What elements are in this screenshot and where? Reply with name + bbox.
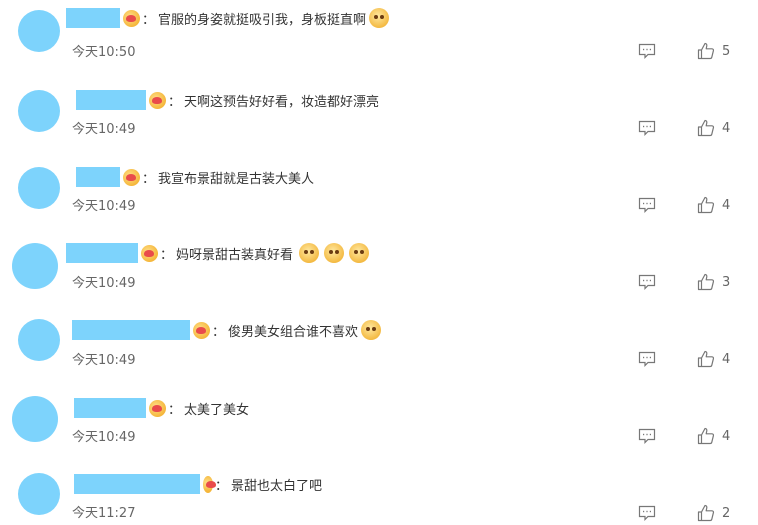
comment-text: 妈呀景甜古装真好看 xyxy=(176,247,294,263)
like-button[interactable]: 4 xyxy=(697,427,730,445)
reply-icon[interactable] xyxy=(638,120,656,136)
like-button[interactable]: 2 xyxy=(697,504,730,522)
like-button[interactable]: 4 xyxy=(697,196,730,214)
member-badge-icon xyxy=(149,399,166,417)
comment-text: 天啊这预告好好看，妆造都好漂亮 xyxy=(184,94,380,110)
heart-eyes-emoji-icon xyxy=(299,243,320,263)
like-count: 4 xyxy=(722,428,731,444)
reply-icon[interactable] xyxy=(638,428,656,444)
avatar[interactable] xyxy=(12,396,58,442)
comment-item: ： 太美了美女 今天10:49 4 xyxy=(0,385,758,462)
like-button[interactable]: 5 xyxy=(697,42,730,60)
comment-text: 太美了美女 xyxy=(184,402,250,418)
like-button[interactable]: 3 xyxy=(697,273,730,291)
reply-icon[interactable] xyxy=(638,197,656,213)
like-count: 4 xyxy=(722,351,731,367)
like-button[interactable]: 4 xyxy=(697,119,730,137)
avatar[interactable] xyxy=(18,167,60,209)
thumbs-up-icon xyxy=(697,273,715,291)
colon-separator: ： xyxy=(168,402,182,418)
avatar[interactable] xyxy=(18,473,60,515)
thumbs-up-icon xyxy=(697,42,715,60)
reply-icon[interactable] xyxy=(638,351,656,367)
member-badge-icon xyxy=(193,321,210,339)
thumbs-up-icon xyxy=(697,350,715,368)
surprised-emoji-icon xyxy=(361,320,382,340)
comment-time: 今天10:49 xyxy=(72,353,136,368)
member-badge-icon xyxy=(203,475,216,493)
like-count: 3 xyxy=(722,274,731,290)
comment-time: 今天10:49 xyxy=(72,199,136,214)
avatar[interactable] xyxy=(18,319,60,361)
heart-eyes-emoji-icon xyxy=(324,243,345,263)
comment-time: 今天11:27 xyxy=(72,506,136,521)
comment-item: ： 天啊这预告好好看，妆造都好漂亮 今天10:49 4 xyxy=(0,77,758,154)
reply-icon[interactable] xyxy=(638,505,656,521)
colon-separator: ： xyxy=(142,12,156,28)
username-redacted[interactable] xyxy=(72,320,190,340)
doge-emoji-icon xyxy=(369,8,390,28)
thumbs-up-icon xyxy=(697,504,715,522)
username-redacted[interactable] xyxy=(74,474,200,494)
like-button[interactable]: 4 xyxy=(697,350,730,368)
comment-item: ： 我宣布景甜就是古装大美人 今天10:49 4 xyxy=(0,154,758,231)
reply-icon[interactable] xyxy=(638,43,656,59)
member-badge-icon xyxy=(141,244,158,262)
comment-item: ： 妈呀景甜古装真好看 今天10:49 3 xyxy=(0,231,758,308)
comment-text: 俊男美女组合谁不喜欢 xyxy=(228,324,359,340)
colon-separator: ： xyxy=(142,171,156,187)
avatar[interactable] xyxy=(12,243,58,289)
comment-time: 今天10:49 xyxy=(72,276,136,291)
comment-item: ： 景甜也太白了吧 今天11:27 2 xyxy=(0,462,758,525)
reply-icon[interactable] xyxy=(638,274,656,290)
comment-item: ： 俊男美女组合谁不喜欢 今天10:49 4 xyxy=(0,308,758,385)
username-redacted[interactable] xyxy=(66,8,120,28)
thumbs-up-icon xyxy=(697,196,715,214)
like-count: 4 xyxy=(722,120,731,136)
comment-time: 今天10:49 xyxy=(72,430,136,445)
colon-separator: ： xyxy=(212,324,226,340)
comment-time: 今天10:49 xyxy=(72,122,136,137)
thumbs-up-icon xyxy=(697,427,715,445)
comment-text: 官服的身姿就挺吸引我，身板挺直啊 xyxy=(158,12,367,28)
username-redacted[interactable] xyxy=(74,398,146,418)
username-redacted[interactable] xyxy=(76,167,120,187)
avatar[interactable] xyxy=(18,90,60,132)
thumbs-up-icon xyxy=(697,119,715,137)
heart-eyes-emoji-icon xyxy=(349,243,370,263)
member-badge-icon xyxy=(149,91,166,109)
colon-separator: ： xyxy=(215,478,229,494)
colon-separator: ： xyxy=(168,94,182,110)
username-redacted[interactable] xyxy=(76,90,146,110)
avatar[interactable] xyxy=(18,10,60,52)
username-redacted[interactable] xyxy=(66,243,138,263)
comment-text: 景甜也太白了吧 xyxy=(231,478,323,494)
like-count: 5 xyxy=(722,43,731,59)
colon-separator: ： xyxy=(160,247,174,263)
like-count: 4 xyxy=(722,197,731,213)
like-count: 2 xyxy=(722,505,731,521)
member-badge-icon xyxy=(123,168,140,186)
comment-text: 我宣布景甜就是古装大美人 xyxy=(158,171,315,187)
member-badge-icon xyxy=(123,9,140,27)
comment-time: 今天10:50 xyxy=(72,45,136,60)
comment-item: ： 官服的身姿就挺吸引我，身板挺直啊 今天10:50 5 xyxy=(0,0,758,77)
